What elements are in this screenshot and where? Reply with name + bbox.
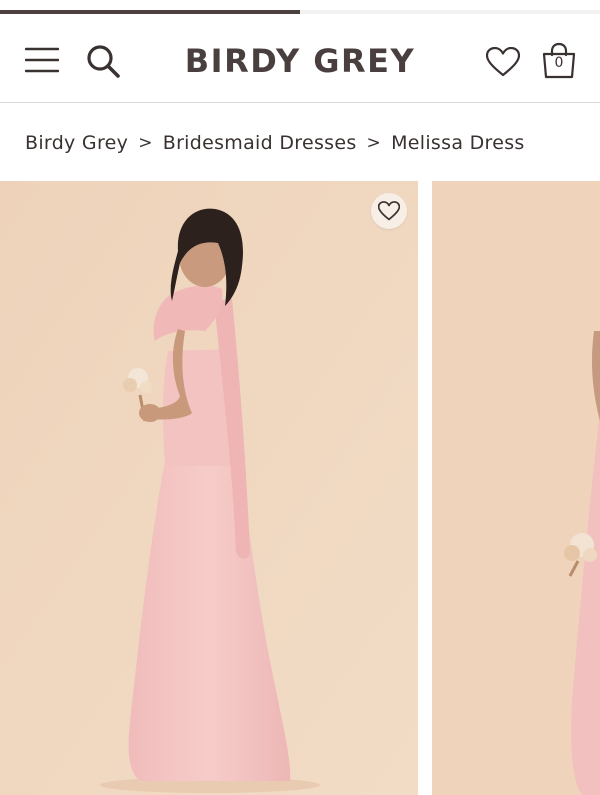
product-image-main[interactable] xyxy=(0,181,418,795)
cart-count: 0 xyxy=(554,55,564,71)
site-header: BIRDY GREY 0 xyxy=(0,14,600,103)
breadcrumb-current: Melissa Dress xyxy=(391,132,525,154)
product-page: BIRDY GREY 0 Birdy Grey > Bridesmaid Dre… xyxy=(0,0,600,795)
cart-button[interactable]: 0 xyxy=(536,38,582,84)
model-photo-side-view xyxy=(0,181,418,795)
brand-logo[interactable]: BIRDY GREY xyxy=(150,38,450,84)
breadcrumb-separator: > xyxy=(366,133,382,153)
breadcrumb: Birdy Grey > Bridesmaid Dresses > Meliss… xyxy=(25,128,525,158)
menu-button[interactable] xyxy=(22,42,62,78)
heart-outline-icon xyxy=(378,201,400,221)
hamburger-menu-icon xyxy=(25,47,59,73)
breadcrumb-home[interactable]: Birdy Grey xyxy=(25,132,128,154)
breadcrumb-separator: > xyxy=(138,133,153,153)
breadcrumb-category[interactable]: Bridesmaid Dresses xyxy=(163,132,357,154)
search-button[interactable] xyxy=(82,40,124,82)
search-icon xyxy=(87,45,120,78)
model-photo-partial xyxy=(432,181,600,795)
product-image-gallery[interactable] xyxy=(0,181,600,795)
heart-outline-icon xyxy=(486,47,520,77)
add-to-favorites-button[interactable] xyxy=(371,193,407,229)
product-image-next[interactable] xyxy=(432,181,600,795)
wishlist-button[interactable] xyxy=(481,42,525,82)
